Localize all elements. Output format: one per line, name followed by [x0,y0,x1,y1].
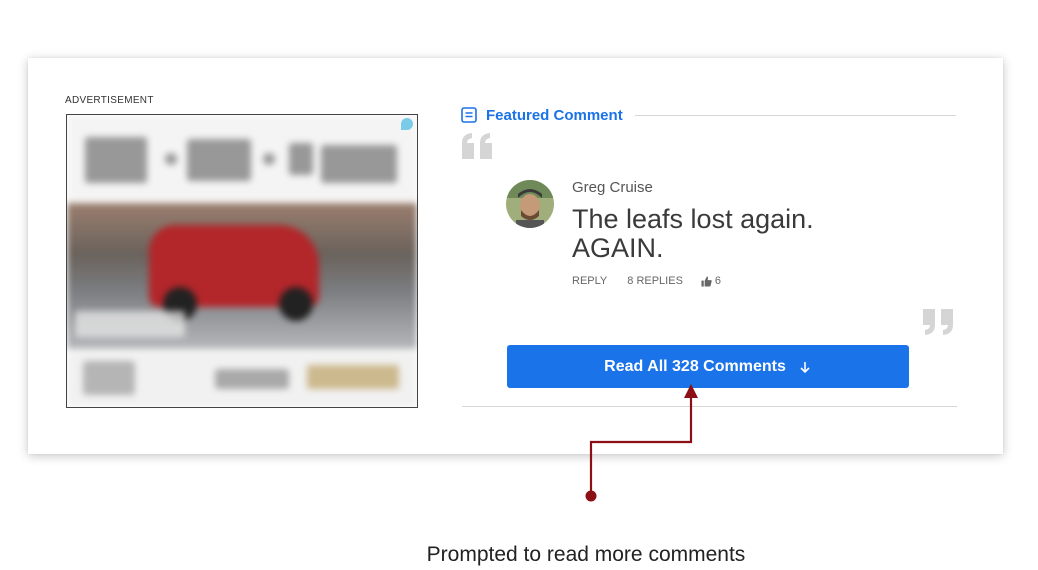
close-quote-icon [923,309,953,335]
advertisement-image [67,115,417,407]
ad-choices-icon[interactable] [401,118,413,130]
advertisement-banner[interactable] [66,114,418,408]
thumbs-up-icon [701,275,712,287]
annotation-pointer-dot [585,490,597,502]
arrow-down-icon [800,361,810,373]
featured-comment-header: Featured Comment [460,104,956,126]
like-button[interactable]: 6 [701,275,721,287]
read-all-comments-label: Read All 328 Comments [604,357,786,375]
avatar[interactable] [506,180,554,228]
featured-comment-title: Featured Comment [486,106,623,124]
comment-actions: REPLY 8 REPLIES 6 [572,275,721,287]
like-count: 6 [714,275,722,287]
comment-box-icon [461,107,477,123]
reply-button[interactable]: REPLY [572,275,607,287]
advertisement-label: ADVERTISEMENT [65,95,154,106]
open-quote-icon [462,133,492,159]
read-all-comments-button[interactable]: Read All 328 Comments [507,345,909,388]
bottom-divider [462,406,957,407]
avatar-image [506,180,554,228]
featured-comment-widget: ADVERTISEMENT Featured Comment Greg Crui… [28,58,1003,454]
comment-text: The leafs lost again. AGAIN. [572,204,814,263]
header-divider [634,114,956,116]
view-replies-link[interactable]: 8 REPLIES [627,275,683,287]
comment-author[interactable]: Greg Cruise [572,179,653,196]
annotation-caption: Prompted to read more comments [426,543,746,566]
